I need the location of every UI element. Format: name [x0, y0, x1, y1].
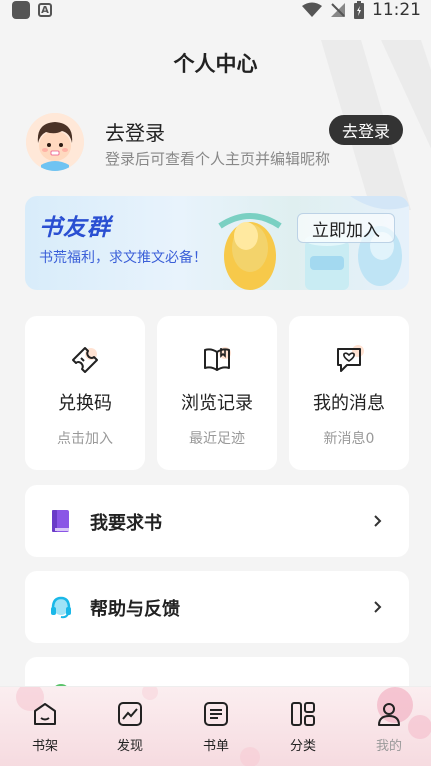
- app-notification-icon: [12, 1, 30, 19]
- card-title: 我的消息: [313, 393, 385, 414]
- card-title: 兑换码: [58, 393, 112, 414]
- avatar-boy-icon: [26, 113, 84, 171]
- category-icon: [291, 702, 315, 726]
- user-icon: [378, 703, 400, 726]
- message-heart-icon: [337, 345, 364, 372]
- tab-label: 书单: [202, 739, 229, 754]
- help-feedback-row[interactable]: 帮助与反馈: [25, 571, 409, 643]
- tab-mine[interactable]: 我的: [359, 701, 419, 761]
- book-club-banner[interactable]: 书友群 书荒福利，求文推文必备！ 立即加入: [25, 196, 409, 290]
- chevron-right-icon: [374, 601, 382, 613]
- card-title: 浏览记录: [181, 393, 253, 414]
- battery-icon: [354, 1, 364, 19]
- card-subtitle: 点击加入: [57, 431, 113, 447]
- history-card[interactable]: 浏览记录 最近足迹: [157, 316, 277, 470]
- request-book-row[interactable]: 我要求书: [25, 485, 409, 557]
- profile-name[interactable]: 去登录: [105, 117, 165, 146]
- tab-bookshelf[interactable]: 书架: [15, 701, 75, 761]
- redeem-code-card[interactable]: 兑换码 点击加入: [25, 316, 145, 470]
- row-label: 我要求书: [90, 513, 162, 534]
- trend-icon: [118, 702, 142, 726]
- card-subtitle: 新消息0: [323, 431, 375, 447]
- card-subtitle: 最近足迹: [189, 431, 245, 447]
- status-bar: A 11:21: [0, 0, 431, 22]
- bottom-tab-bar: 书架 发现 书单 分类 我的: [0, 686, 431, 766]
- tab-label: 书架: [31, 739, 58, 754]
- list-icon: [204, 702, 228, 726]
- banner-title: 书友群: [39, 215, 111, 241]
- tab-label: 我的: [375, 739, 402, 754]
- banner-subtitle: 书荒福利，求文推文必备！: [39, 250, 207, 266]
- bookshelf-icon: [34, 703, 56, 725]
- row-label: 帮助与反馈: [90, 599, 180, 620]
- no-signal-icon: [331, 3, 345, 17]
- tab-label: 分类: [289, 739, 316, 754]
- tab-booklist[interactable]: 书单: [186, 701, 246, 761]
- avatar[interactable]: [26, 113, 84, 171]
- book-icon: [52, 510, 69, 532]
- status-time: 11:21: [372, 0, 421, 20]
- profile-section: 去登录 登录后可查看个人主页并编辑昵称 去登录: [26, 113, 408, 173]
- a-notification-icon: A: [38, 3, 52, 17]
- tab-category[interactable]: 分类: [273, 701, 333, 761]
- join-now-button[interactable]: 立即加入: [297, 213, 395, 243]
- status-bar-left: A: [12, 1, 52, 19]
- book-open-icon: [204, 347, 231, 371]
- status-bar-right: 11:21: [302, 0, 421, 20]
- headset-icon: [51, 596, 71, 619]
- chevron-right-icon: [374, 515, 382, 527]
- profile-subtitle: 登录后可查看个人主页并编辑昵称: [105, 150, 331, 168]
- tab-discover[interactable]: 发现: [100, 701, 160, 761]
- tab-label: 发现: [116, 739, 143, 754]
- page-title: 个人中心: [173, 52, 258, 76]
- wifi-icon: [302, 2, 322, 17]
- ticket-icon: [72, 347, 98, 373]
- banner-illustration: [218, 196, 409, 290]
- login-button[interactable]: 去登录: [329, 115, 403, 145]
- messages-card[interactable]: 我的消息 新消息0: [289, 316, 409, 470]
- quick-cards: 兑换码 点击加入 浏览记录 最近足迹 我的消息 新消息0: [25, 316, 409, 470]
